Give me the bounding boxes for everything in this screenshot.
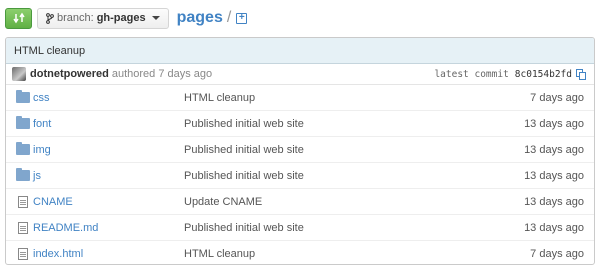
file-age: 7 days ago <box>530 91 584 104</box>
new-file-icon[interactable]: + <box>236 12 248 24</box>
file-age: 7 days ago <box>530 248 584 260</box>
file-name-link[interactable]: index.html <box>33 248 83 260</box>
clipboard-copy-icon[interactable] <box>576 68 586 80</box>
file-commit-message[interactable]: Published initial web site <box>184 170 304 182</box>
breadcrumb: pages / + <box>177 9 248 27</box>
file-age: 13 days ago <box>524 143 584 156</box>
file-name-link[interactable]: img <box>33 144 51 156</box>
branch-label: branch: <box>57 12 94 24</box>
file-commit-message[interactable]: HTML cleanup <box>184 92 255 104</box>
folder-icon <box>16 90 30 103</box>
folder-icon <box>16 168 30 181</box>
file-row[interactable]: font Published initial web site 13 days ag… <box>6 111 594 137</box>
commit-sha-link[interactable]: 8c0154b2fd <box>515 69 572 80</box>
file-name-link[interactable]: font <box>33 118 51 130</box>
avatar[interactable] <box>12 67 26 81</box>
file-commit-message[interactable]: Published initial web site <box>184 222 304 234</box>
folder-icon <box>16 142 30 155</box>
file-age: 13 days ago <box>524 195 584 208</box>
repo-toolbar: branch: gh-pages pages / + <box>5 7 248 29</box>
file-age: 13 days ago <box>524 169 584 182</box>
file-name-link[interactable]: js <box>33 170 41 182</box>
branch-name: gh-pages <box>96 12 146 24</box>
file-name-link[interactable]: css <box>33 92 50 104</box>
branch-select[interactable]: branch: gh-pages <box>37 7 169 29</box>
commit-title-bar: HTML cleanup <box>6 38 594 64</box>
commit-author-link[interactable]: dotnetpowered <box>30 68 109 80</box>
latest-commit-label: latest commit <box>434 68 509 80</box>
breadcrumb-separator: / <box>226 9 232 26</box>
file-icon <box>18 196 28 208</box>
file-row[interactable]: index.html HTML cleanup 7 days ago <box>6 241 594 264</box>
file-commit-message[interactable]: Published initial web site <box>184 118 304 130</box>
compare-button[interactable] <box>5 7 32 29</box>
file-row[interactable]: README.md Published initial web site 13 da… <box>6 215 594 241</box>
file-commit-message[interactable]: Published initial web site <box>184 144 304 156</box>
compare-arrows-icon <box>12 12 25 24</box>
file-name-link[interactable]: CNAME <box>33 196 73 208</box>
repo-name-link[interactable]: pages <box>177 9 223 27</box>
folder-icon <box>16 116 30 129</box>
file-commit-message[interactable]: Update CNAME <box>184 196 262 208</box>
commit-authored-time: authored 7 days ago <box>111 68 213 80</box>
chevron-down-icon <box>151 16 160 20</box>
file-list: css HTML cleanup 7 days ago font Published i… <box>6 85 594 264</box>
file-row[interactable]: CNAME Update CNAME 13 days ago <box>6 189 594 215</box>
branch-icon <box>46 12 54 24</box>
file-row[interactable]: img Published initial web site 13 days ago <box>6 137 594 163</box>
file-browser: HTML cleanup dotnetpowered authored 7 da… <box>5 37 595 265</box>
file-commit-message[interactable]: HTML cleanup <box>184 248 255 260</box>
file-icon <box>18 222 28 234</box>
file-age: 13 days ago <box>524 221 584 234</box>
file-name-link[interactable]: README.md <box>33 222 98 234</box>
commit-meta-bar: dotnetpowered authored 7 days ago latest… <box>6 64 594 85</box>
file-row[interactable]: js Published initial web site 13 days ago <box>6 163 594 189</box>
file-icon <box>18 248 28 260</box>
file-age: 13 days ago <box>524 117 584 130</box>
commit-message[interactable]: HTML cleanup <box>14 45 85 57</box>
file-row[interactable]: css HTML cleanup 7 days ago <box>6 85 594 111</box>
